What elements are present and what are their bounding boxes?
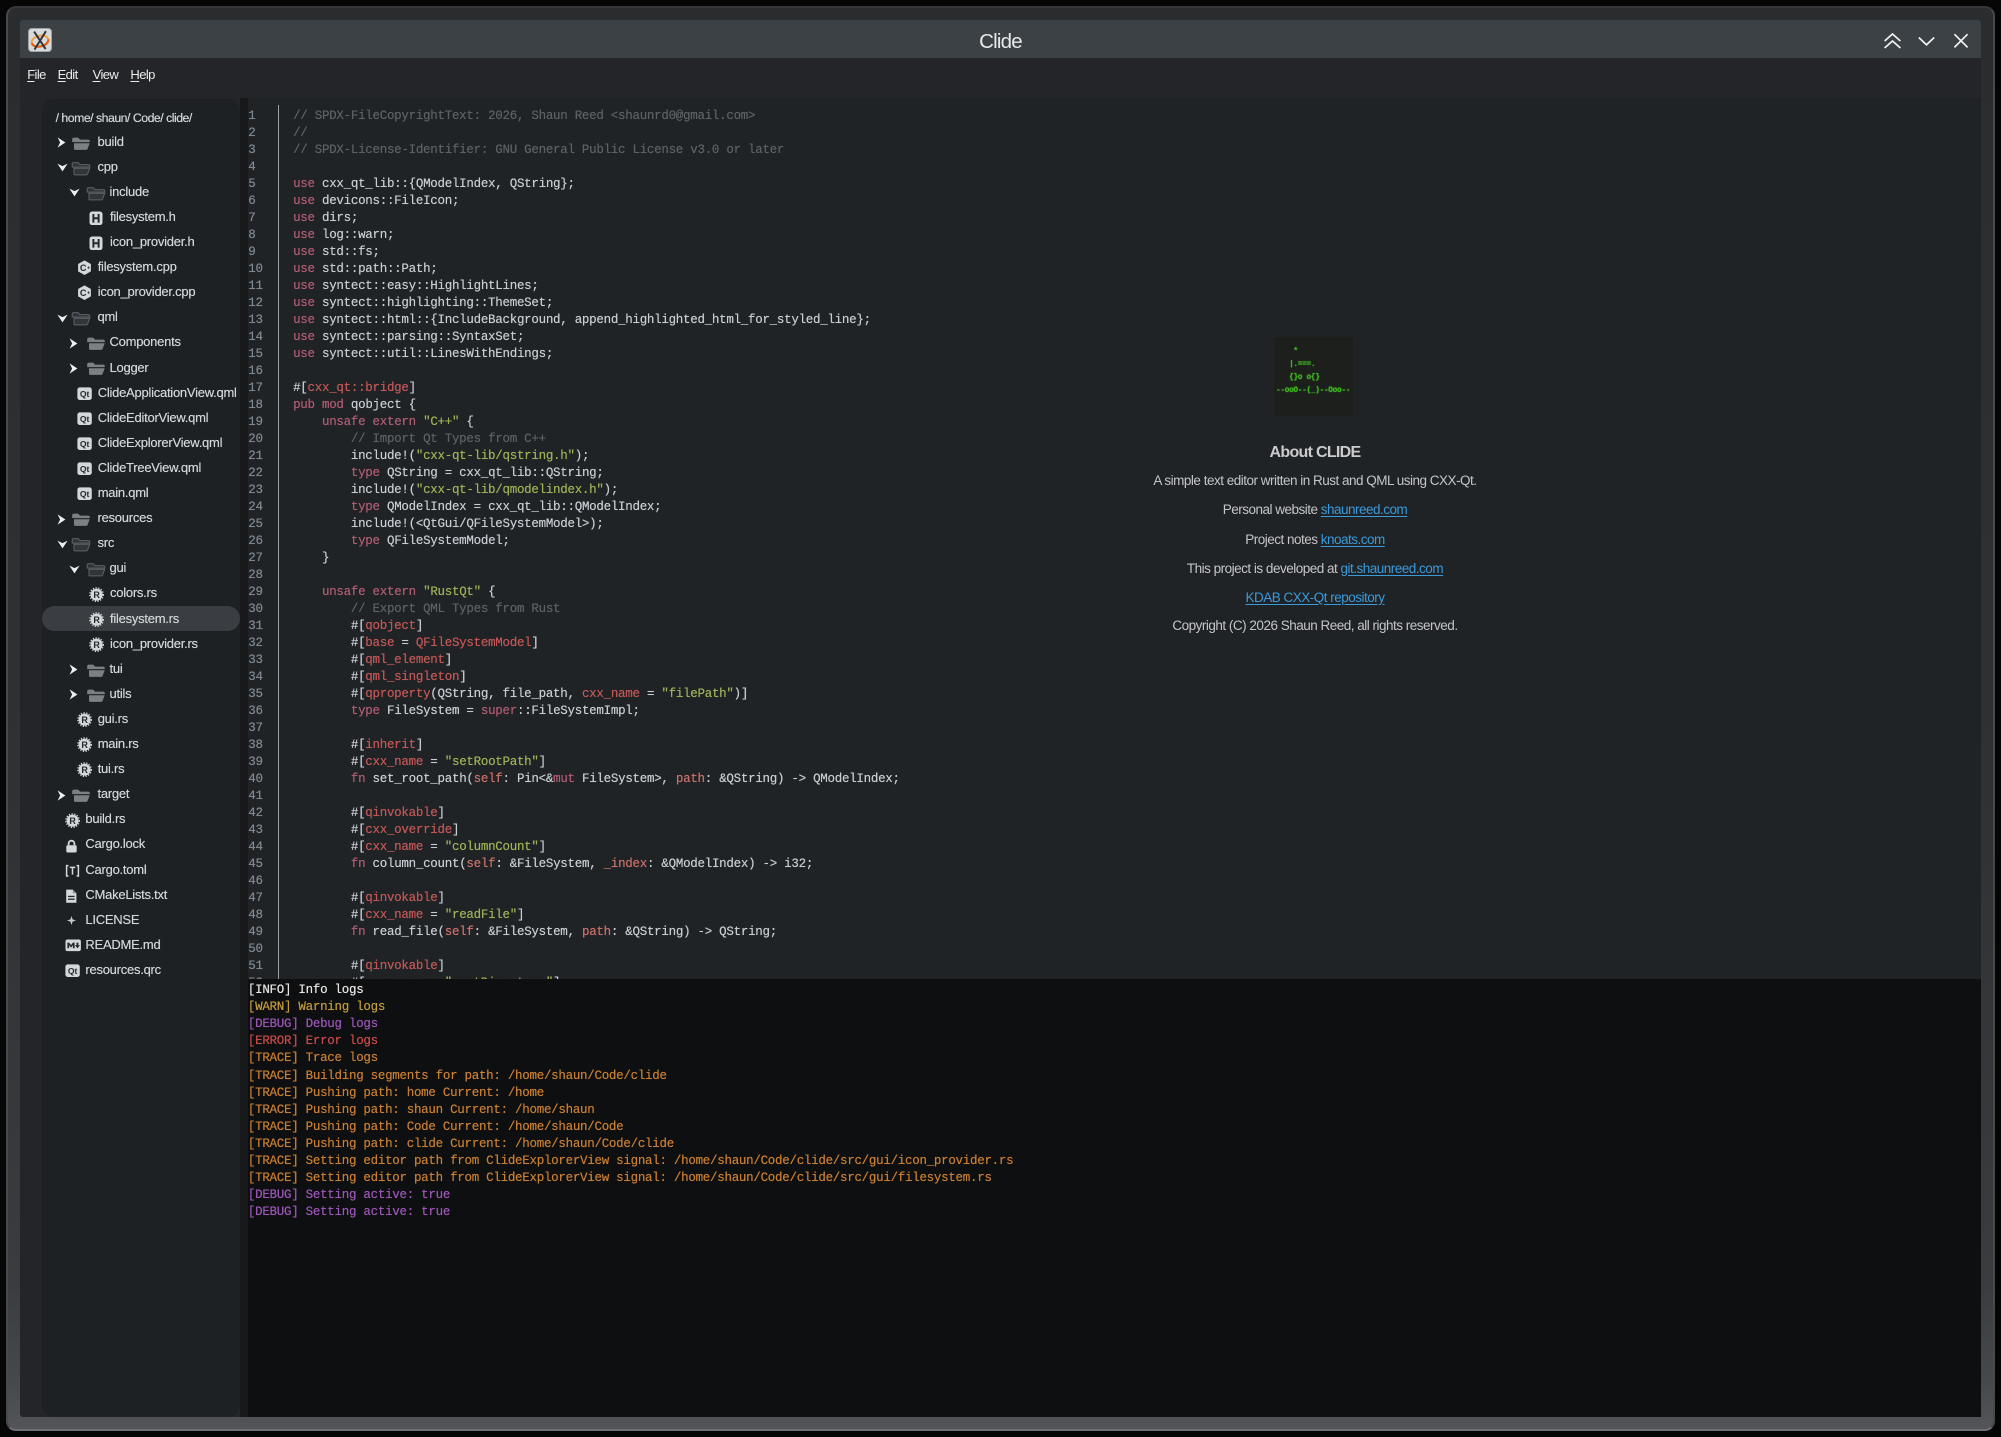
svg-text:C: C <box>80 263 87 273</box>
svg-text:R: R <box>81 765 88 775</box>
svg-text:Qt: Qt <box>80 414 90 424</box>
svg-text:R: R <box>94 640 101 650</box>
svg-text:R: R <box>94 590 101 600</box>
svg-text:R: R <box>81 715 88 725</box>
svg-text:Qt: Qt <box>80 489 90 499</box>
svg-text:R: R <box>69 816 76 826</box>
svg-text:Qt: Qt <box>68 966 78 976</box>
svg-text:Qt: Qt <box>80 464 90 474</box>
svg-text:Qt: Qt <box>80 389 90 399</box>
svg-text:R: R <box>94 615 101 625</box>
svg-text:Qt: Qt <box>80 439 90 449</box>
svg-text:R: R <box>81 740 88 750</box>
svg-text:C: C <box>80 288 87 298</box>
